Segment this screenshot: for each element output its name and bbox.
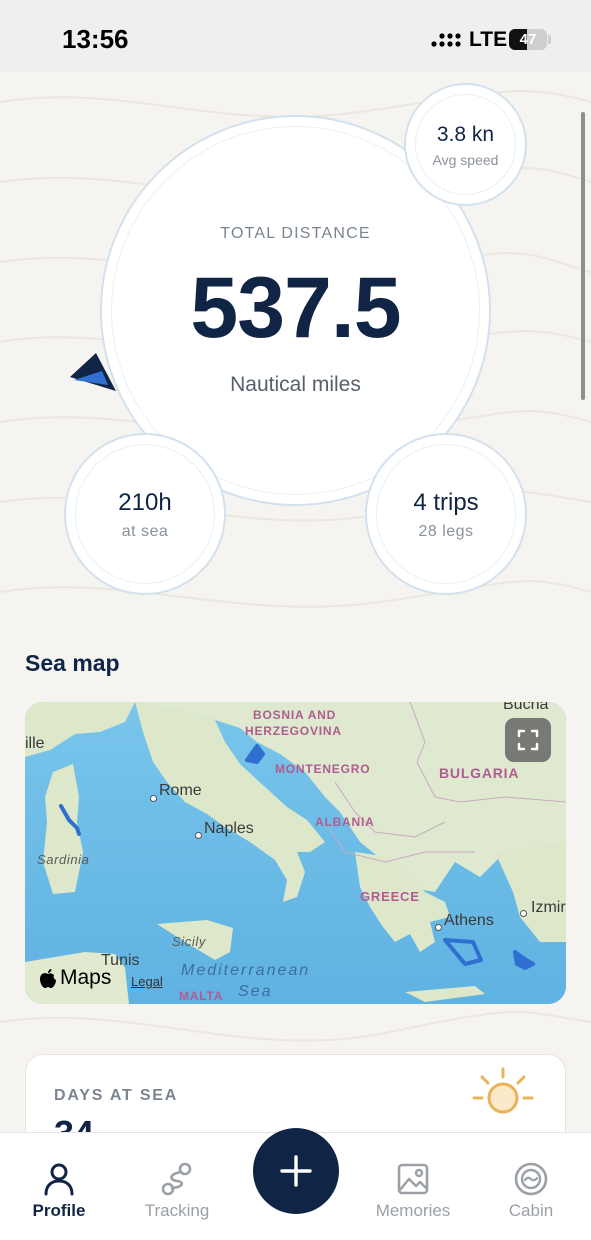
plus-icon [280,1155,312,1187]
scroll-indicator[interactable] [581,112,585,400]
total-distance-label: TOTAL DISTANCE [220,225,371,242]
map-label-rome: Rome [159,782,202,799]
fullscreen-button[interactable] [505,718,551,762]
map-label-izmir: Izmir [531,899,566,916]
avg-speed-circle: 3.8 kn Avg speed [404,83,527,206]
maps-logo-text: Maps [60,966,112,989]
rome-marker [150,795,157,802]
tab-cabin[interactable]: Cabin [476,1133,586,1240]
hours-label: at sea [121,523,169,540]
sea-map-title: Sea map [25,650,120,676]
tab-memories-label: Memories [375,1201,451,1220]
tab-memories[interactable]: Memories [358,1133,468,1240]
sun-icon [472,1067,534,1114]
days-at-sea-card[interactable]: DAYS AT SEA 34 [25,1054,566,1132]
add-button[interactable] [253,1128,339,1214]
avg-speed-label: Avg speed [432,152,499,168]
profile-content[interactable]: TOTAL DISTANCE 537.5 Nautical miles 3.8 … [0,72,591,1132]
total-distance-value: 537.5 [190,260,401,356]
map-label-sardinia: Sardinia [37,852,90,867]
trips-value: 4 trips [413,489,479,516]
map-label-sea: Sea [238,983,273,1000]
battery-level: 47 [519,31,537,48]
map-label-bosnia: BOSNIA AND [253,708,337,722]
map-label-sicily: Sicily [172,934,206,949]
map-label-naples: Naples [204,820,254,837]
trips-circle: 4 trips 28 legs [365,433,527,595]
legs-label: 28 legs [418,523,474,540]
tab-profile[interactable]: Profile [4,1133,114,1240]
status-bar: 13:56 LTE 47 [0,0,591,72]
map-label-mediterranean: Mediterranean [181,962,311,979]
map-label-albania: ALBANIA [315,815,375,829]
route-icon [161,1162,192,1196]
map-label-greece: GREECE [360,889,420,904]
apple-maps-logo: Maps [39,966,111,990]
status-time: 13:56 [62,24,129,54]
athens-marker [435,924,442,931]
avg-speed-value: 3.8 kn [436,123,495,146]
map-label-malta: MALTA [179,989,224,1003]
map-label-bulgaria: BULGARIA [439,765,520,781]
map-label-herzegovina: HERZEGOVINA [245,724,342,738]
photo-icon [397,1163,429,1195]
map-label-bucha: Bucha [503,702,549,713]
sailboat-icon [70,353,116,391]
naples-marker [195,832,202,839]
tab-profile-label: Profile [32,1201,86,1220]
hours-value: 210h [118,489,172,516]
izmir-marker [520,910,527,917]
expand-icon [517,729,539,751]
signal-strength-icon [431,33,463,47]
apple-icon [40,968,56,988]
porthole-icon [514,1162,548,1196]
tab-tracking-label: Tracking [144,1201,210,1220]
person-icon [44,1163,74,1196]
tab-cabin-label: Cabin [508,1201,554,1220]
total-distance-unit: Nautical miles [230,373,361,396]
map-label-montenegro: MONTENEGRO [275,762,371,776]
sea-map[interactable]: BOSNIA AND HERZEGOVINA MONTENEGRO BULGAR… [25,702,566,1004]
tab-tracking[interactable]: Tracking [122,1133,232,1240]
battery-icon: 47 [509,29,547,50]
hours-at-sea-circle: 210h at sea [64,433,226,595]
map-label-ille: ille [25,735,45,752]
network-type: LTE [469,28,508,51]
days-at-sea-label: DAYS AT SEA [54,1087,179,1104]
battery-cap [548,35,551,44]
days-at-sea-value: 34 [54,1113,94,1132]
map-label-athens: Athens [444,912,494,929]
legal-link[interactable]: Legal [131,974,163,989]
